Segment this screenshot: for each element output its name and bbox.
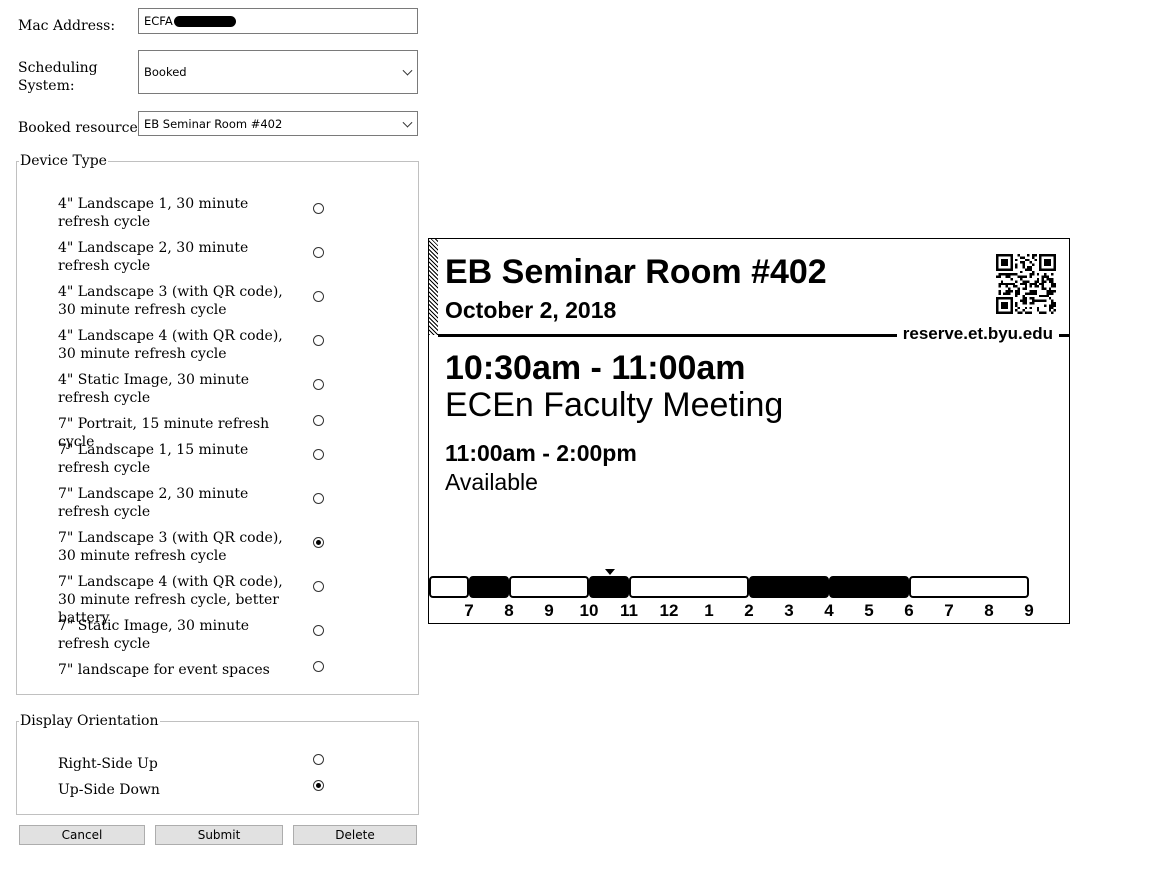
device-type-radio[interactable] (313, 449, 324, 460)
preview-room-name: EB Seminar Room #402 (445, 253, 827, 291)
redaction-mark (173, 16, 236, 27)
timeline-hour-label: 12 (659, 601, 679, 620)
orientation-radio[interactable] (313, 754, 324, 765)
timeline-free-segment (509, 576, 589, 598)
device-type-radio[interactable] (313, 537, 324, 548)
timeline-busy-segment (589, 576, 629, 598)
chevron-down-icon (402, 65, 413, 76)
orientation-option-label: Right-Side Up (58, 756, 158, 772)
timeline-free-segment (429, 576, 469, 598)
orientation-option-label: Up-Side Down (58, 782, 160, 798)
timeline-hour-label: 8 (504, 601, 514, 620)
scheduling-system-value: Booked (144, 65, 187, 79)
submit-button[interactable]: Submit (155, 825, 283, 845)
device-type-radio[interactable] (313, 379, 324, 390)
timeline-hour-label: 3 (784, 601, 794, 620)
booked-resource-value: EB Seminar Room #402 (144, 116, 283, 131)
current-time-marker (605, 569, 615, 575)
orientation-legend: Display Orientation (20, 713, 159, 729)
hatch-strip (429, 239, 438, 335)
device-type-option-label: 7" landscape for event spaces (58, 662, 270, 678)
device-type-radio[interactable] (313, 203, 324, 214)
timeline-hour-label: 4 (824, 601, 834, 620)
timeline-free-segment (629, 576, 749, 598)
device-type-option-label: 4" Landscape 2, 30 minute refresh cycle (58, 240, 249, 274)
orientation-radio[interactable] (313, 780, 324, 791)
device-type-radio[interactable] (313, 581, 324, 592)
device-type-option-label: 7" Landscape 3 (with QR code), 30 minute… (58, 530, 283, 564)
timeline-hour-label: 1 (704, 601, 714, 620)
timeline-hour-label: 7 (944, 601, 954, 620)
preview-url: reserve.et.byu.edu (896, 324, 1059, 344)
timeline-hour-label: 7 (464, 601, 474, 620)
timeline-busy-segment (749, 576, 829, 598)
event-1-time: 10:30am - 11:00am (445, 349, 746, 387)
device-type-option-label: 7" Landscape 1, 15 minute refresh cycle (58, 442, 249, 476)
device-type-radio[interactable] (313, 415, 324, 426)
device-type-radio[interactable] (313, 625, 324, 636)
preview-date: October 2, 2018 (445, 297, 617, 323)
qr-code-icon (996, 254, 1056, 314)
timeline-hour-label: 5 (864, 601, 874, 620)
timeline-hour-label: 8 (984, 601, 994, 620)
device-type-radio[interactable] (313, 335, 324, 346)
device-type-radio[interactable] (313, 291, 324, 302)
timeline-busy-segment (829, 576, 909, 598)
timeline-hour-label: 11 (620, 601, 638, 620)
device-type-option-label: 7" Static Image, 30 minute refresh cycle (58, 618, 250, 652)
scheduling-system-select[interactable]: Booked (138, 50, 418, 94)
chevron-down-icon (402, 117, 413, 128)
mac-address-input[interactable]: ECFA (138, 8, 418, 34)
device-type-radio[interactable] (313, 493, 324, 504)
device-type-legend: Device Type (20, 153, 107, 169)
mac-address-label: Mac Address: (18, 18, 116, 34)
timeline-hour-label: 9 (1024, 601, 1034, 620)
timeline-hour-label: 2 (744, 601, 754, 620)
device-type-option-label: 4" Static Image, 30 minute refresh cycle (58, 372, 250, 406)
device-type-option-label: 7" Landscape 2, 30 minute refresh cycle (58, 486, 249, 520)
device-type-option-label: 4" Landscape 1, 30 minute refresh cycle (58, 196, 249, 230)
timeline-free-segment (909, 576, 1029, 598)
event-2-time: 11:00am - 2:00pm (445, 440, 637, 466)
event-1-name: ECEn Faculty Meeting (445, 386, 784, 424)
booked-resource-label: Booked resource: (18, 120, 143, 136)
mac-address-value: ECFA (144, 14, 173, 28)
event-2-name: Available (445, 469, 538, 495)
timeline-hour-label: 6 (904, 601, 914, 620)
device-type-radio[interactable] (313, 247, 324, 258)
booked-resource-select[interactable]: EB Seminar Room #402 (138, 111, 418, 136)
timeline-busy-segment (469, 576, 509, 598)
timeline-hour-label: 10 (579, 601, 599, 620)
device-type-option-label: 4" Landscape 4 (with QR code), 30 minute… (58, 328, 283, 362)
delete-button[interactable]: Delete (293, 825, 417, 845)
device-type-option-label: 4" Landscape 3 (with QR code), 30 minute… (58, 284, 283, 318)
scheduling-system-label: Scheduling System: (18, 60, 98, 94)
cancel-button[interactable]: Cancel (19, 825, 145, 845)
device-type-radio[interactable] (313, 661, 324, 672)
timeline-hour-label: 9 (544, 601, 554, 620)
display-preview: EB Seminar Room #402 October 2, 2018 res… (428, 238, 1070, 624)
